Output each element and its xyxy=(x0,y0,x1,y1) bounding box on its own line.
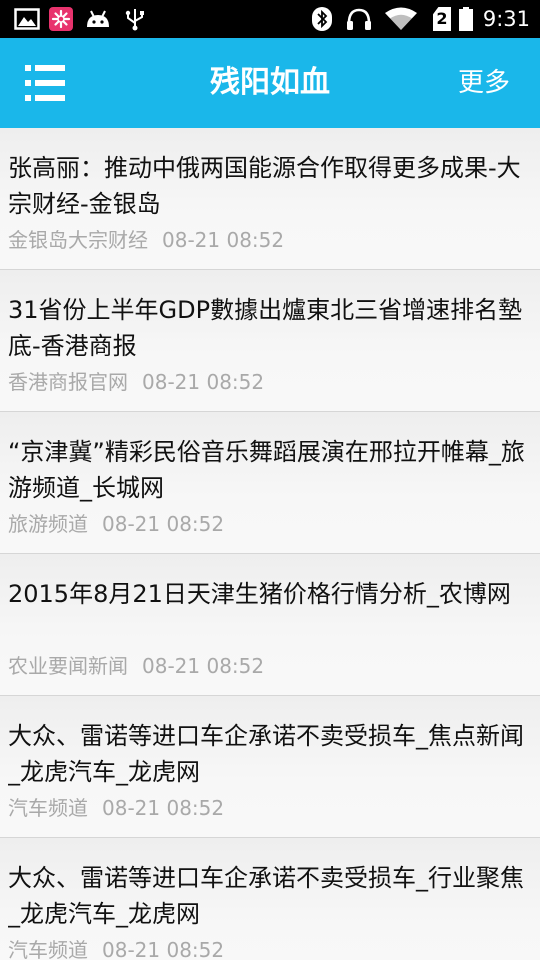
image-icon xyxy=(14,8,40,30)
wifi-icon xyxy=(385,7,417,30)
news-source: 旅游频道 xyxy=(8,512,88,536)
news-meta: 金银岛大宗财经 08-21 08:52 xyxy=(8,226,284,254)
more-button[interactable]: 更多 xyxy=(458,64,510,102)
news-source: 汽车频道 xyxy=(8,938,88,960)
status-bar: 2 9:31 xyxy=(0,0,540,38)
news-source: 金银岛大宗财经 xyxy=(8,228,148,252)
news-meta: 旅游频道 08-21 08:52 xyxy=(8,510,224,538)
news-time: 08-21 08:52 xyxy=(142,654,265,678)
headphones-icon xyxy=(347,8,371,30)
usb-icon xyxy=(125,9,144,31)
news-title: 大众、雷诺等进口车企承诺不卖受损车_行业聚焦_龙虎汽车_龙虎网 xyxy=(8,864,524,928)
status-time: 9:31 xyxy=(482,7,530,31)
news-meta: 汽车频道 08-21 08:52 xyxy=(8,794,224,822)
news-list-item[interactable]: 大众、雷诺等进口车企承诺不卖受损车_焦点新闻_龙虎汽车_龙虎网 汽车频道 08-2… xyxy=(0,696,540,838)
news-meta: 农业要闻新闻 08-21 08:52 xyxy=(8,652,264,680)
news-list-item[interactable]: 31省份上半年GDP數據出爐東北三省增速排名墊底-香港商报 香港商报官网 08-2… xyxy=(0,270,540,412)
news-title: 张高丽：推动中俄两国能源合作取得更多成果-大宗财经-金银岛 xyxy=(8,154,521,218)
news-source: 香港商报官网 xyxy=(8,370,128,394)
news-list-item[interactable]: 大众、雷诺等进口车企承诺不卖受损车_行业聚焦_龙虎汽车_龙虎网 汽车频道 08-2… xyxy=(0,838,540,960)
news-time: 08-21 08:52 xyxy=(162,228,285,252)
news-list-item[interactable]: 2015年8月21日天津生猪价格行情分析_农博网 农业要闻新闻 08-21 08:… xyxy=(0,554,540,696)
news-list-item[interactable]: “京津冀”精彩民俗音乐舞蹈展演在邢拉开帷幕_旅游频道_长城网 旅游频道 08-21… xyxy=(0,412,540,554)
news-title: 大众、雷诺等进口车企承诺不卖受损车_焦点新闻_龙虎汽车_龙虎网 xyxy=(8,722,524,786)
news-meta: 汽车频道 08-21 08:52 xyxy=(8,936,224,960)
sim-card-icon: 2 xyxy=(433,7,451,31)
app-bar: 残阳如血 更多 xyxy=(0,38,540,128)
news-source: 农业要闻新闻 xyxy=(8,654,128,678)
news-time: 08-21 08:52 xyxy=(142,370,265,394)
battery-icon xyxy=(459,7,473,31)
news-list-item[interactable]: 张高丽：推动中俄两国能源合作取得更多成果-大宗财经-金银岛 金银岛大宗财经 08-… xyxy=(0,128,540,270)
news-list[interactable]: 张高丽：推动中俄两国能源合作取得更多成果-大宗财经-金银岛 金银岛大宗财经 08-… xyxy=(0,128,540,960)
news-time: 08-21 08:52 xyxy=(102,512,225,536)
news-title: 2015年8月21日天津生猪价格行情分析_农博网 xyxy=(8,580,511,608)
bluetooth-icon xyxy=(312,7,332,31)
flower-app-icon xyxy=(49,7,73,31)
news-meta: 香港商报官网 08-21 08:52 xyxy=(8,368,264,396)
news-source: 汽车频道 xyxy=(8,796,88,820)
sim-card-number: 2 xyxy=(436,9,448,28)
news-time: 08-21 08:52 xyxy=(102,796,225,820)
news-time: 08-21 08:52 xyxy=(102,938,225,960)
news-title: “京津冀”精彩民俗音乐舞蹈展演在邢拉开帷幕_旅游频道_长城网 xyxy=(8,438,525,502)
news-title: 31省份上半年GDP數據出爐東北三省增速排名墊底-香港商报 xyxy=(8,296,523,360)
android-icon xyxy=(87,10,109,27)
